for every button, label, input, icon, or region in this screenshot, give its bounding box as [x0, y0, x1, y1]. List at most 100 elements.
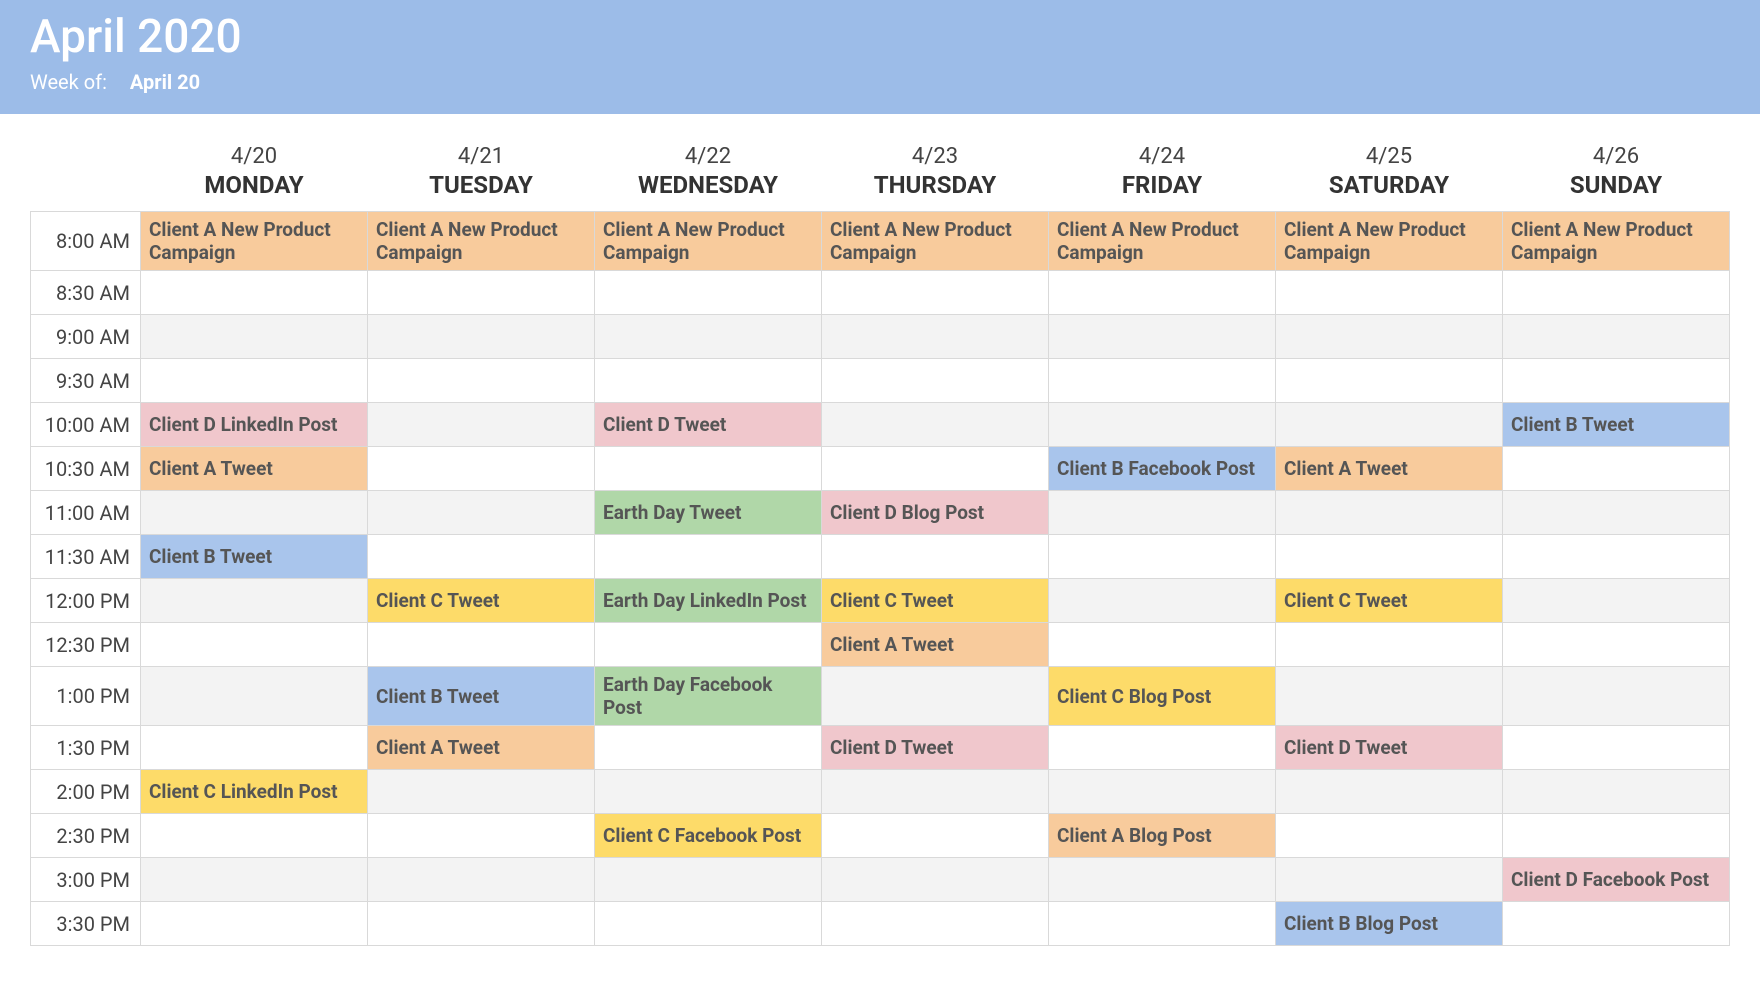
event-cell[interactable]: Client D LinkedIn Post — [141, 403, 368, 447]
empty-cell[interactable] — [1503, 447, 1730, 491]
empty-cell[interactable] — [368, 902, 595, 946]
empty-cell[interactable] — [368, 359, 595, 403]
empty-cell[interactable] — [1049, 726, 1276, 770]
event-cell[interactable]: Client B Blog Post — [1276, 902, 1503, 946]
event-cell[interactable]: Client C Blog Post — [1049, 667, 1276, 726]
empty-cell[interactable] — [1049, 491, 1276, 535]
empty-cell[interactable] — [822, 535, 1049, 579]
empty-cell[interactable] — [1049, 623, 1276, 667]
event-cell[interactable]: Client A Tweet — [1276, 447, 1503, 491]
empty-cell[interactable] — [1503, 579, 1730, 623]
empty-cell[interactable] — [368, 315, 595, 359]
empty-cell[interactable] — [822, 858, 1049, 902]
empty-cell[interactable] — [1503, 726, 1730, 770]
empty-cell[interactable] — [141, 491, 368, 535]
empty-cell[interactable] — [141, 359, 368, 403]
empty-cell[interactable] — [822, 667, 1049, 726]
empty-cell[interactable] — [822, 359, 1049, 403]
event-cell[interactable]: Client A New Product Campaign — [1049, 212, 1276, 271]
empty-cell[interactable] — [368, 623, 595, 667]
event-cell[interactable]: Client A New Product Campaign — [1503, 212, 1730, 271]
empty-cell[interactable] — [368, 447, 595, 491]
event-cell[interactable]: Client D Blog Post — [822, 491, 1049, 535]
event-cell[interactable]: Client A Tweet — [822, 623, 1049, 667]
empty-cell[interactable] — [1049, 271, 1276, 315]
empty-cell[interactable] — [822, 447, 1049, 491]
empty-cell[interactable] — [595, 359, 822, 403]
empty-cell[interactable] — [368, 770, 595, 814]
empty-cell[interactable] — [822, 770, 1049, 814]
event-cell[interactable]: Client A New Product Campaign — [595, 212, 822, 271]
event-cell[interactable]: Client A Blog Post — [1049, 814, 1276, 858]
empty-cell[interactable] — [595, 726, 822, 770]
event-cell[interactable]: Client A New Product Campaign — [141, 212, 368, 271]
empty-cell[interactable] — [368, 403, 595, 447]
event-cell[interactable]: Client C Tweet — [1276, 579, 1503, 623]
empty-cell[interactable] — [1503, 814, 1730, 858]
empty-cell[interactable] — [1049, 579, 1276, 623]
empty-cell[interactable] — [1276, 359, 1503, 403]
event-cell[interactable]: Client C LinkedIn Post — [141, 770, 368, 814]
empty-cell[interactable] — [1049, 403, 1276, 447]
empty-cell[interactable] — [1049, 858, 1276, 902]
empty-cell[interactable] — [1503, 271, 1730, 315]
event-cell[interactable]: Client C Facebook Post — [595, 814, 822, 858]
event-cell[interactable]: Client D Facebook Post — [1503, 858, 1730, 902]
empty-cell[interactable] — [822, 271, 1049, 315]
event-cell[interactable]: Client B Tweet — [141, 535, 368, 579]
empty-cell[interactable] — [368, 814, 595, 858]
empty-cell[interactable] — [595, 315, 822, 359]
empty-cell[interactable] — [822, 315, 1049, 359]
empty-cell[interactable] — [1276, 271, 1503, 315]
empty-cell[interactable] — [141, 667, 368, 726]
event-cell[interactable]: Client B Facebook Post — [1049, 447, 1276, 491]
event-cell[interactable]: Earth Day Facebook Post — [595, 667, 822, 726]
empty-cell[interactable] — [141, 315, 368, 359]
empty-cell[interactable] — [368, 535, 595, 579]
empty-cell[interactable] — [1276, 770, 1503, 814]
empty-cell[interactable] — [595, 858, 822, 902]
event-cell[interactable]: Client B Tweet — [368, 667, 595, 726]
empty-cell[interactable] — [141, 902, 368, 946]
empty-cell[interactable] — [595, 902, 822, 946]
empty-cell[interactable] — [1276, 814, 1503, 858]
event-cell[interactable]: Earth Day LinkedIn Post — [595, 579, 822, 623]
empty-cell[interactable] — [141, 579, 368, 623]
empty-cell[interactable] — [141, 271, 368, 315]
empty-cell[interactable] — [1503, 667, 1730, 726]
empty-cell[interactable] — [368, 491, 595, 535]
event-cell[interactable]: Client D Tweet — [822, 726, 1049, 770]
event-cell[interactable]: Client C Tweet — [822, 579, 1049, 623]
event-cell[interactable]: Client D Tweet — [595, 403, 822, 447]
empty-cell[interactable] — [595, 623, 822, 667]
empty-cell[interactable] — [1276, 858, 1503, 902]
empty-cell[interactable] — [822, 902, 1049, 946]
empty-cell[interactable] — [1276, 535, 1503, 579]
empty-cell[interactable] — [1503, 315, 1730, 359]
empty-cell[interactable] — [1503, 623, 1730, 667]
empty-cell[interactable] — [1049, 315, 1276, 359]
empty-cell[interactable] — [1503, 770, 1730, 814]
empty-cell[interactable] — [1276, 623, 1503, 667]
event-cell[interactable]: Client B Tweet — [1503, 403, 1730, 447]
event-cell[interactable]: Client A New Product Campaign — [368, 212, 595, 271]
empty-cell[interactable] — [368, 271, 595, 315]
event-cell[interactable]: Earth Day Tweet — [595, 491, 822, 535]
empty-cell[interactable] — [1049, 535, 1276, 579]
empty-cell[interactable] — [822, 814, 1049, 858]
empty-cell[interactable] — [1503, 491, 1730, 535]
event-cell[interactable]: Client C Tweet — [368, 579, 595, 623]
event-cell[interactable]: Client D Tweet — [1276, 726, 1503, 770]
empty-cell[interactable] — [1276, 315, 1503, 359]
empty-cell[interactable] — [595, 770, 822, 814]
empty-cell[interactable] — [595, 447, 822, 491]
empty-cell[interactable] — [595, 535, 822, 579]
empty-cell[interactable] — [141, 858, 368, 902]
empty-cell[interactable] — [1276, 491, 1503, 535]
empty-cell[interactable] — [1049, 902, 1276, 946]
empty-cell[interactable] — [1503, 535, 1730, 579]
empty-cell[interactable] — [1503, 359, 1730, 403]
empty-cell[interactable] — [595, 271, 822, 315]
empty-cell[interactable] — [1276, 667, 1503, 726]
empty-cell[interactable] — [1503, 902, 1730, 946]
